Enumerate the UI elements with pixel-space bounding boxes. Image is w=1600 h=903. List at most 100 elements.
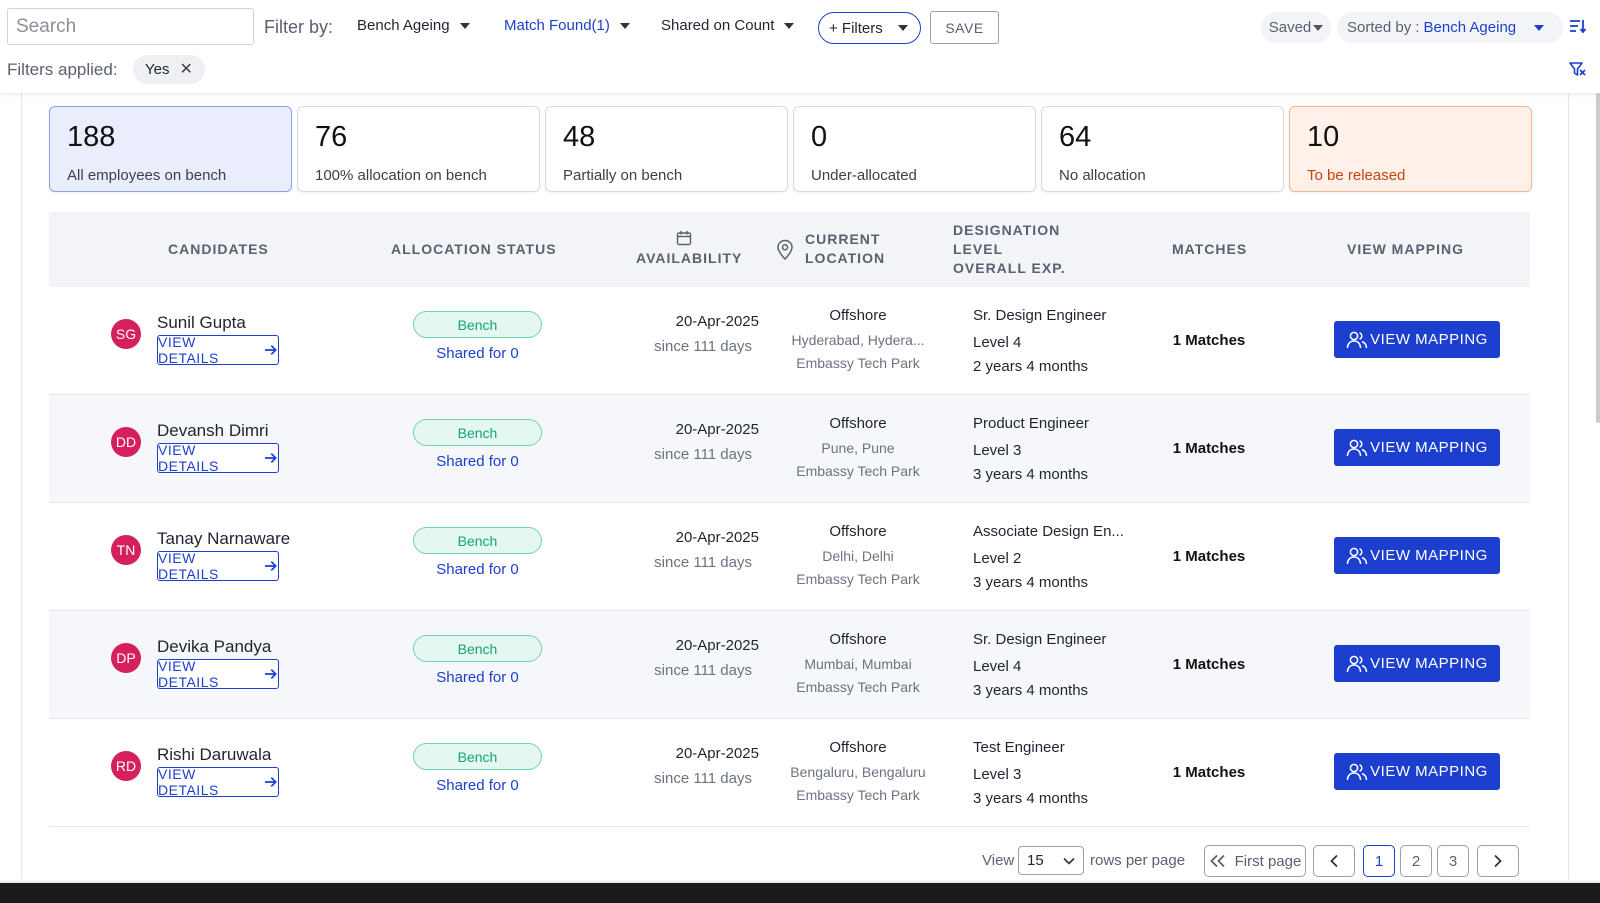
rows-per-page-label: rows per page xyxy=(1090,852,1186,869)
shared-count-link[interactable]: Shared for 0 xyxy=(413,345,542,362)
avatar: DP xyxy=(111,643,141,673)
stat-label: All employees on bench xyxy=(67,167,227,184)
users-icon xyxy=(1346,547,1368,564)
designation: Product Engineer xyxy=(973,415,1089,432)
header-candidates[interactable]: CANDIDATES xyxy=(168,240,269,259)
avatar: SG xyxy=(111,319,141,349)
view-mapping-label: VIEW MAPPING xyxy=(1370,331,1488,348)
chevron-down-icon xyxy=(1063,857,1075,865)
shared-count-link[interactable]: Shared for 0 xyxy=(413,453,542,470)
level: Level 2 xyxy=(973,550,1022,567)
match-found-dropdown[interactable]: Match Found(1) xyxy=(504,17,630,34)
stat-card-all-bench[interactable]: 188 All employees on bench xyxy=(49,106,292,192)
matches-count: 1 Matches xyxy=(1172,440,1246,457)
first-page-button[interactable]: First page xyxy=(1204,845,1306,877)
stat-label: No allocation xyxy=(1059,167,1146,184)
page-2-button[interactable]: 2 xyxy=(1400,845,1432,877)
availability-since: since 111 days xyxy=(654,662,752,679)
page-3-button[interactable]: 3 xyxy=(1437,845,1469,877)
more-filters-label: + Filters xyxy=(829,19,883,37)
view-details-button[interactable]: VIEW DETAILS xyxy=(157,442,279,474)
rows-per-page-select[interactable]: 15 xyxy=(1018,846,1084,875)
view-mapping-label: VIEW MAPPING xyxy=(1370,763,1488,780)
allocation-status-badge: Bench xyxy=(413,743,542,770)
shared-count-link[interactable]: Shared for 0 xyxy=(413,669,542,686)
view-details-label: VIEW DETAILS xyxy=(158,766,219,798)
stat-card-partial[interactable]: 48 Partially on bench xyxy=(545,106,788,192)
sort-order-icon[interactable] xyxy=(1569,18,1587,39)
header-designation-line2: LEVEL xyxy=(953,241,1004,257)
stat-card-to-be-released[interactable]: 10 To be released xyxy=(1289,106,1532,192)
allocation-status-badge: Bench xyxy=(413,527,542,554)
view-mapping-label: VIEW MAPPING xyxy=(1370,547,1488,564)
stat-value: 10 xyxy=(1307,121,1340,153)
vertical-scrollbar[interactable] xyxy=(1596,93,1600,423)
location-office: Embassy Tech Park xyxy=(796,355,920,371)
level: Level 4 xyxy=(973,334,1022,351)
arrow-right-icon xyxy=(265,560,278,572)
matches-count: 1 Matches xyxy=(1172,332,1246,349)
location-city: Mumbai, Mumbai xyxy=(804,656,912,672)
header-location[interactable]: CURRENT LOCATION xyxy=(805,230,885,268)
stat-value: 188 xyxy=(67,121,116,153)
view-details-button[interactable]: VIEW DETAILS xyxy=(157,766,279,798)
table-row: TN Tanay Narnaware VIEW DETAILS Bench Sh… xyxy=(49,503,1530,611)
avatar: TN xyxy=(111,535,141,565)
header-matches[interactable]: MATCHES xyxy=(1172,240,1247,259)
overall-experience: 3 years 4 months xyxy=(973,574,1089,591)
view-details-label: VIEW DETAILS xyxy=(158,334,219,366)
shared-count-link[interactable]: Shared for 0 xyxy=(413,561,542,578)
filter-chip-label: Yes xyxy=(145,61,170,78)
stat-label: 100% allocation on bench xyxy=(315,167,487,184)
shared-on-count-dropdown[interactable]: Shared on Count xyxy=(661,17,795,34)
stat-card-under-allocated[interactable]: 0 Under-allocated xyxy=(793,106,1036,192)
saved-dropdown[interactable]: Saved xyxy=(1261,12,1331,43)
view-details-button[interactable]: VIEW DETAILS xyxy=(157,334,279,366)
previous-page-button[interactable] xyxy=(1313,845,1355,877)
matches-count: 1 Matches xyxy=(1172,548,1246,565)
header-availability[interactable]: AVAILABILITY xyxy=(636,249,742,268)
sort-dropdown[interactable]: Sorted by : Bench Ageing xyxy=(1337,12,1563,43)
table-row: RD Rishi Daruwala VIEW DETAILS Bench Sha… xyxy=(49,719,1530,827)
shared-count-link[interactable]: Shared for 0 xyxy=(413,777,542,794)
view-mapping-button[interactable]: VIEW MAPPING xyxy=(1334,321,1500,358)
close-icon[interactable]: ✕ xyxy=(180,61,193,78)
overall-experience: 3 years 4 months xyxy=(973,466,1089,483)
header-allocation-status[interactable]: ALLOCATION STATUS xyxy=(391,240,557,259)
location-office: Embassy Tech Park xyxy=(796,787,920,803)
clear-filter-icon[interactable] xyxy=(1569,61,1586,82)
view-mapping-button[interactable]: VIEW MAPPING xyxy=(1334,537,1500,574)
arrow-right-icon xyxy=(265,452,278,464)
view-details-label: VIEW DETAILS xyxy=(158,658,219,690)
next-page-button[interactable] xyxy=(1477,845,1519,877)
view-details-button[interactable]: VIEW DETAILS xyxy=(157,550,279,582)
header-location-line1: CURRENT xyxy=(805,231,881,247)
rows-per-page-value: 15 xyxy=(1027,852,1044,869)
availability-since: since 111 days xyxy=(654,770,752,787)
view-details-button[interactable]: VIEW DETAILS xyxy=(157,658,279,690)
availability-date: 20-Apr-2025 xyxy=(675,745,759,762)
header-designation[interactable]: DESIGNATION LEVEL OVERALL EXP. xyxy=(953,221,1066,278)
availability-date: 20-Apr-2025 xyxy=(675,313,759,330)
page-1-button[interactable]: 1 xyxy=(1363,845,1395,877)
stat-card-no-allocation[interactable]: 64 No allocation xyxy=(1041,106,1284,192)
view-mapping-button[interactable]: VIEW MAPPING xyxy=(1334,429,1500,466)
table-row: SG Sunil Gupta VIEW DETAILS Bench Shared… xyxy=(49,287,1530,395)
matches-count: 1 Matches xyxy=(1172,656,1246,673)
location-city: Delhi, Delhi xyxy=(822,548,894,564)
overall-experience: 3 years 4 months xyxy=(973,790,1089,807)
view-details-label: VIEW DETAILS xyxy=(158,442,219,474)
sorted-by-label: Sorted by : xyxy=(1347,19,1420,36)
candidate-name: Devika Pandya xyxy=(157,637,272,656)
search-input[interactable] xyxy=(8,9,253,44)
more-filters-button[interactable]: + Filters xyxy=(818,12,921,44)
bench-ageing-dropdown[interactable]: Bench Ageing xyxy=(357,17,470,34)
arrow-right-icon xyxy=(265,344,278,356)
location-type: Offshore xyxy=(829,739,887,756)
view-mapping-button[interactable]: VIEW MAPPING xyxy=(1334,753,1500,790)
save-button[interactable]: SAVE xyxy=(930,11,999,44)
designation: Sr. Design Engineer xyxy=(973,631,1107,648)
stat-card-full-allocation[interactable]: 76 100% allocation on bench xyxy=(297,106,540,192)
view-mapping-button[interactable]: VIEW MAPPING xyxy=(1334,645,1500,682)
table-row: DP Devika Pandya VIEW DETAILS Bench Shar… xyxy=(49,611,1530,719)
